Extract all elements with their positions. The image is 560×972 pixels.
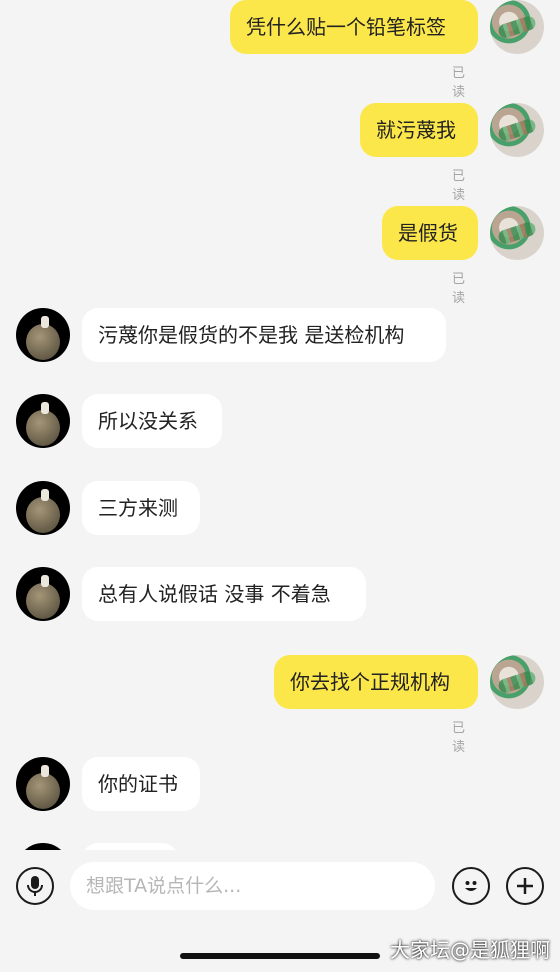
my-message-bubble[interactable]: 凭什么贴一个铅笔标签 <box>230 0 478 54</box>
contact-avatar[interactable] <box>16 843 70 850</box>
contact-message-bubble[interactable]: 你的证书 <box>82 757 200 811</box>
my-message-bubble[interactable]: 就污蔑我 <box>360 103 478 157</box>
my-avatar[interactable] <box>490 103 544 157</box>
contact-avatar[interactable] <box>16 757 70 811</box>
home-indicator <box>180 953 380 959</box>
message-input[interactable]: 想跟TA说点什么... <box>70 862 435 910</box>
microphone-icon[interactable] <box>16 867 54 905</box>
chat-messages[interactable]: 凭什么贴一个铅笔标签 已读 就污蔑我 已读 是假货 已读 污蔑你是假货的不是我 … <box>0 0 560 850</box>
my-avatar[interactable] <box>490 0 544 54</box>
watermark-text: 大家坛@是狐狸啊 <box>390 938 550 962</box>
contact-message-bubble[interactable]: 所以没关系 <box>82 394 222 448</box>
contact-message-bubble[interactable]: 三方来测 <box>82 481 200 535</box>
emoji-icon[interactable] <box>452 867 490 905</box>
read-receipt: 已读 <box>452 721 466 755</box>
contact-avatar[interactable] <box>16 567 70 621</box>
message-input-bar: 想跟TA说点什么... <box>0 850 560 922</box>
my-message-bubble[interactable]: 你去找个正规机构 <box>274 655 478 709</box>
read-receipt: 已读 <box>452 66 466 100</box>
contact-message-bubble-partial[interactable] <box>82 843 178 850</box>
read-receipt: 已读 <box>452 272 466 306</box>
contact-message-bubble[interactable]: 总有人说假话 没事 不着急 <box>82 567 366 621</box>
contact-avatar[interactable] <box>16 308 70 362</box>
read-receipt: 已读 <box>452 169 466 203</box>
my-avatar[interactable] <box>490 655 544 709</box>
contact-avatar[interactable] <box>16 481 70 535</box>
my-message-bubble[interactable]: 是假货 <box>382 206 478 260</box>
contact-message-bubble[interactable]: 污蔑你是假货的不是我 是送检机构 <box>82 308 446 362</box>
my-avatar[interactable] <box>490 206 544 260</box>
contact-avatar[interactable] <box>16 394 70 448</box>
plus-icon[interactable] <box>506 867 544 905</box>
